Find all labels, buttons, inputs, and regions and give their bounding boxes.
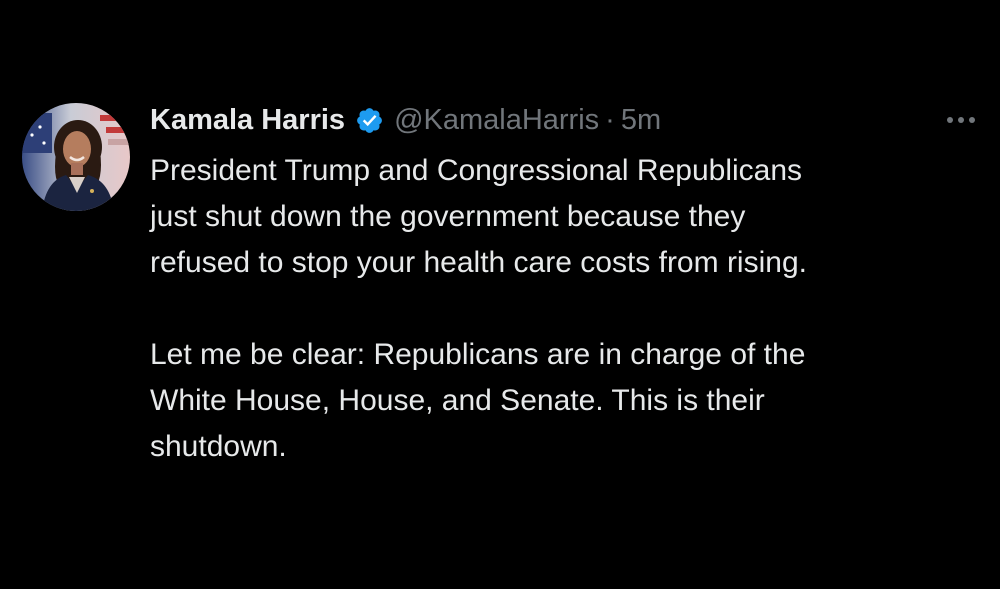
- more-horizontal-icon[interactable]: [944, 112, 978, 128]
- tweet-paragraph: Let me be clear: Republicans are in char…: [150, 332, 990, 470]
- tweet-paragraph: President Trump and Congressional Republ…: [150, 148, 990, 286]
- tweet-text-line: Let me be clear: Republicans are in char…: [150, 338, 806, 371]
- verified-badge-icon: [355, 106, 384, 135]
- tweet-text: President Trump and Congressional Republ…: [150, 148, 990, 470]
- tweet-text-line: White House, House, and Senate. This is …: [150, 384, 765, 417]
- tweet-text-line: President Trump and Congressional Republ…: [150, 154, 803, 187]
- tweet-text-line: shutdown.: [150, 430, 287, 463]
- tweet-text-line: refused to stop your health care costs f…: [150, 246, 807, 279]
- profile-photo-icon: [22, 103, 130, 211]
- tweet-timestamp[interactable]: 5m: [621, 104, 661, 137]
- author-display-name[interactable]: Kamala Harris: [150, 104, 345, 137]
- tweet-header: Kamala Harris @KamalaHarris · 5m: [150, 100, 661, 140]
- tweet[interactable]: Kamala Harris @KamalaHarris · 5m Preside…: [0, 0, 1000, 589]
- separator-dot: ·: [605, 103, 615, 136]
- author-handle[interactable]: @KamalaHarris: [394, 104, 599, 137]
- tweet-text-line: just shut down the government because th…: [150, 200, 746, 233]
- avatar[interactable]: [22, 103, 130, 211]
